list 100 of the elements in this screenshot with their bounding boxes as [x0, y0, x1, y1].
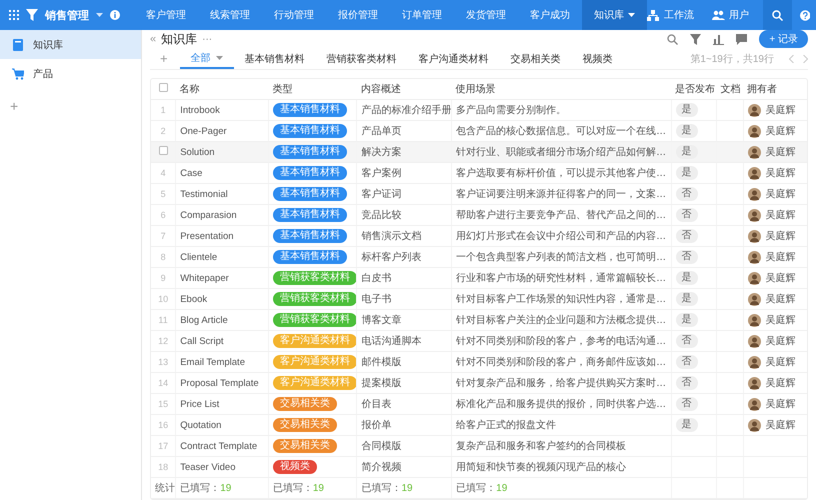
table-cell: Proposal Template [176, 372, 268, 394]
filter-icon[interactable] [690, 34, 702, 44]
status-pill: 否 [676, 250, 698, 264]
type-tag: 基本销售材料 [272, 145, 347, 159]
row-number: 9 [160, 272, 166, 282]
row-number: 12 [158, 336, 168, 346]
sidebar-item[interactable]: 知识库 [0, 30, 141, 59]
more-button[interactable]: ··· [202, 34, 212, 44]
table-cell: Comparasion [176, 204, 268, 226]
nav-tab[interactable]: 客户成功 [518, 0, 582, 30]
add-record-button[interactable]: + 记录 [759, 30, 808, 48]
info-icon[interactable] [110, 10, 120, 20]
caret-icon [628, 13, 636, 17]
table-cell: 用简短和快节奏的视频闪现产品的核心 [452, 456, 672, 478]
filled-count: 19 [401, 483, 413, 494]
checkbox[interactable] [158, 83, 168, 92]
table-cell: Price List [176, 394, 268, 414]
status-pill: 是 [676, 103, 698, 117]
filled-count: 19 [496, 483, 508, 494]
avatar-icon [748, 230, 761, 242]
table-cell: 报价单 [356, 414, 452, 436]
avatar-icon [748, 334, 761, 348]
table-cell: 针对不同类别和阶段的客户，参考的电话沟通… [452, 330, 672, 352]
avatar-icon [748, 376, 761, 390]
nav-tab[interactable]: 客户管理 [134, 0, 198, 30]
search-icon[interactable] [667, 34, 678, 44]
collapse-button[interactable]: « [150, 33, 156, 45]
table-cell: 博客文章 [356, 310, 452, 330]
avatar-icon [748, 292, 761, 306]
users-icon [712, 10, 726, 20]
caret-icon [216, 56, 223, 60]
view-tab[interactable]: 客户沟通类材料 [408, 48, 500, 69]
row-number: 7 [160, 230, 166, 240]
row-number: 8 [160, 252, 166, 262]
avatar-icon [748, 104, 761, 116]
avatar-icon [748, 356, 761, 368]
apps-icon[interactable] [9, 10, 19, 20]
type-tag: 营销获客类材料 [272, 292, 357, 306]
avatar-icon [748, 124, 761, 138]
search-icon[interactable] [772, 10, 783, 20]
view-tab[interactable]: 基本销售材料 [234, 48, 316, 69]
owner-name: 吴庭辉 [766, 124, 796, 138]
column-header: 拥有者 [743, 79, 807, 100]
nav-tab[interactable]: 线索管理 [198, 0, 262, 30]
type-tag: 交易相关类 [272, 418, 337, 432]
owner-name: 吴庭辉 [766, 418, 796, 432]
status-pill: 是 [676, 292, 698, 306]
table-cell: Introbook [176, 100, 268, 120]
table-cell: 产品的标准介绍手册 [356, 100, 452, 120]
type-tag: 营销获客类材料 [272, 271, 357, 285]
status-pill: 是 [676, 418, 698, 432]
nav-link[interactable]: 用户 [712, 8, 750, 22]
sidebar-item[interactable]: 产品 [0, 59, 141, 88]
column-header: 使用场景 [452, 79, 672, 100]
type-tag: 基本销售材料 [272, 208, 347, 222]
owner-name: 吴庭辉 [766, 292, 796, 306]
add-tab-button[interactable]: + [150, 51, 180, 66]
type-tag: 视频类 [272, 460, 317, 474]
add-button[interactable]: + [10, 98, 22, 114]
table-cell: 电子书 [356, 288, 452, 310]
help-icon[interactable] [800, 10, 810, 20]
row-number: 5 [160, 188, 166, 198]
nav-tab[interactable]: 行动管理 [262, 0, 326, 30]
table-cell: 行业和客户市场的研究性材料，通常篇幅较长… [452, 268, 672, 288]
nav-link[interactable]: 工作流 [647, 8, 694, 22]
view-tab[interactable]: 交易相关类 [500, 48, 572, 69]
owner-name: 吴庭辉 [766, 166, 796, 180]
view-tab[interactable]: 视频类 [572, 48, 624, 69]
avatar-icon [748, 208, 761, 222]
avatar-icon [748, 314, 761, 326]
checkbox[interactable] [158, 146, 168, 155]
row-number: 6 [160, 210, 166, 220]
row-number: 4 [160, 168, 166, 178]
nav-tab[interactable]: 发货管理 [454, 0, 518, 30]
table-cell: 解决方案 [356, 142, 452, 162]
nav-tab[interactable]: 知识库 [582, 0, 648, 30]
table-cell: 销售演示文档 [356, 226, 452, 246]
nav-tab[interactable]: 订单管理 [390, 0, 454, 30]
owner-name: 吴庭辉 [766, 230, 796, 243]
table-cell: 针对复杂产品和服务，给客户提供购买方案时… [452, 372, 672, 394]
table-cell: 邮件模版 [356, 352, 452, 372]
table-cell: Quotation [176, 414, 268, 436]
column-header: 是否发布 [671, 79, 716, 100]
nav-tab[interactable]: 报价管理 [326, 0, 390, 30]
row-number: 1 [160, 104, 166, 114]
row-number: 18 [158, 462, 168, 472]
comment-icon[interactable] [736, 34, 748, 44]
table-cell: 客户案例 [356, 162, 452, 184]
status-pill: 否 [676, 229, 698, 243]
view-tab[interactable]: 全部 [180, 48, 234, 69]
row-number: 17 [158, 440, 168, 450]
owner-name: 吴庭辉 [766, 376, 796, 390]
table-cell: 白皮书 [356, 268, 452, 288]
caret-icon[interactable] [96, 13, 103, 17]
type-tag: 基本销售材料 [272, 124, 347, 138]
row-number: 10 [158, 294, 168, 304]
bar-chart-icon[interactable] [713, 34, 724, 44]
view-tab[interactable]: 营销获客类材料 [316, 48, 408, 69]
type-tag: 基本销售材料 [272, 103, 347, 117]
filled-count: 19 [220, 483, 232, 494]
